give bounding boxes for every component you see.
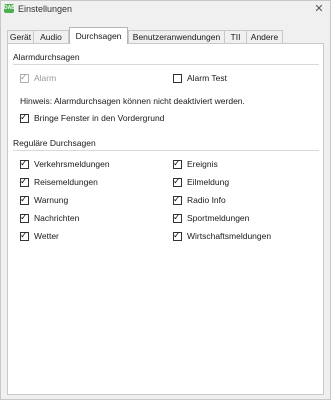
checkbox-box: ✓ [173,157,182,169]
check-icon: ✓ [20,211,28,222]
checkbox-box: ✓ [20,157,29,169]
close-button[interactable]: ✕ [312,2,326,16]
window-title: Einstellungen [18,4,73,14]
check-icon: ✓ [20,193,28,204]
eilmeldung-checkbox[interactable]: ✓ Eilmeldung [173,175,230,187]
durchsagen-panel: Alarmdurchsagen ✓ Alarm Alarm Test Hinwe… [7,43,324,395]
check-icon: ✓ [20,175,28,186]
regular-group: Reguläre Durchsagen ✓ Verkehrsmeldungen … [13,138,319,248]
app-icon: DAB [4,4,15,13]
alarm-group-title: Alarmdurchsagen [13,52,80,62]
checkbox-box: ✓ [173,193,182,205]
reisemeldungen-checkbox[interactable]: ✓ Reisemeldungen [20,175,98,187]
tab-benutzeranwendungen[interactable]: Benutzeranwendungen [128,30,225,43]
check-icon: ✓ [20,71,28,82]
checkbox-label: Reisemeldungen [34,177,98,187]
checkbox-box: ✓ [20,175,29,187]
checkbox-box: ✓ [173,211,182,223]
checkbox-label: Eilmeldung [187,177,230,187]
tab-audio[interactable]: Audio [33,30,69,43]
regular-group-title: Reguläre Durchsagen [13,138,96,148]
tab-tii[interactable]: TII [224,30,247,43]
check-icon: ✓ [173,229,181,240]
alarm-group: Alarmdurchsagen ✓ Alarm Alarm Test Hinwe… [13,52,319,132]
tab-geraet[interactable]: Gerät [7,30,34,43]
wetter-checkbox[interactable]: ✓ Wetter [20,229,59,241]
alarm-checkbox[interactable]: ✓ Alarm [20,71,57,83]
check-icon: ✓ [173,211,181,222]
warnung-checkbox[interactable]: ✓ Warnung [20,193,69,205]
checkbox-label: Radio Info [187,195,226,205]
alarm-test-label: Alarm Test [187,73,227,83]
radio-info-checkbox[interactable]: ✓ Radio Info [173,193,226,205]
check-icon: ✓ [173,193,181,204]
verkehrsmeldungen-checkbox[interactable]: ✓ Verkehrsmeldungen [20,157,110,169]
foreground-checkbox[interactable]: ✓ Bringe Fenster in den Vordergrund [20,111,165,123]
tab-andere[interactable]: Andere [246,30,283,43]
settings-window: DAB Einstellungen ✕ Gerät Audio Durchsag… [0,0,331,400]
alarm-test-checkbox[interactable]: Alarm Test [173,73,227,83]
foreground-label: Bringe Fenster in den Vordergrund [34,113,165,123]
checkbox-box: ✓ [20,229,29,241]
alarm-hint-text: Hinweis: Alarmdurchsagen können nicht de… [20,96,245,106]
checkbox-box: ✓ [20,193,29,205]
checkbox-box: ✓ [173,229,182,241]
title-bar: DAB Einstellungen ✕ [1,1,330,18]
checkbox-label: Verkehrsmeldungen [34,159,110,169]
checkbox-box: ✓ [20,211,29,223]
check-icon: ✓ [173,175,181,186]
check-icon: ✓ [20,111,28,122]
check-icon: ✓ [173,157,181,168]
tab-durchsagen[interactable]: Durchsagen [69,27,128,44]
checkbox-box: ✓ [173,175,182,187]
nachrichten-checkbox[interactable]: ✓ Nachrichten [20,211,80,223]
group-divider [13,64,319,65]
checkbox-label: Wetter [34,231,59,241]
checkbox-label: Nachrichten [34,213,80,223]
checkbox-label: Wirtschaftsmeldungen [187,231,272,241]
check-icon: ✓ [20,157,28,168]
alarm-label: Alarm [34,73,57,83]
sportmeldungen-checkbox[interactable]: ✓ Sportmeldungen [173,211,250,223]
wirtschaftsmeldungen-checkbox[interactable]: ✓ Wirtschaftsmeldungen [173,229,272,241]
checkbox-label: Warnung [34,195,69,205]
checkbox-label: Ereignis [187,159,218,169]
checkbox-box: ✓ [20,111,29,123]
checkbox-box: ✓ [20,71,29,83]
check-icon: ✓ [20,229,28,240]
checkbox-box [173,73,182,83]
ereignis-checkbox[interactable]: ✓ Ereignis [173,157,218,169]
group-divider [13,150,319,151]
checkbox-label: Sportmeldungen [187,213,250,223]
